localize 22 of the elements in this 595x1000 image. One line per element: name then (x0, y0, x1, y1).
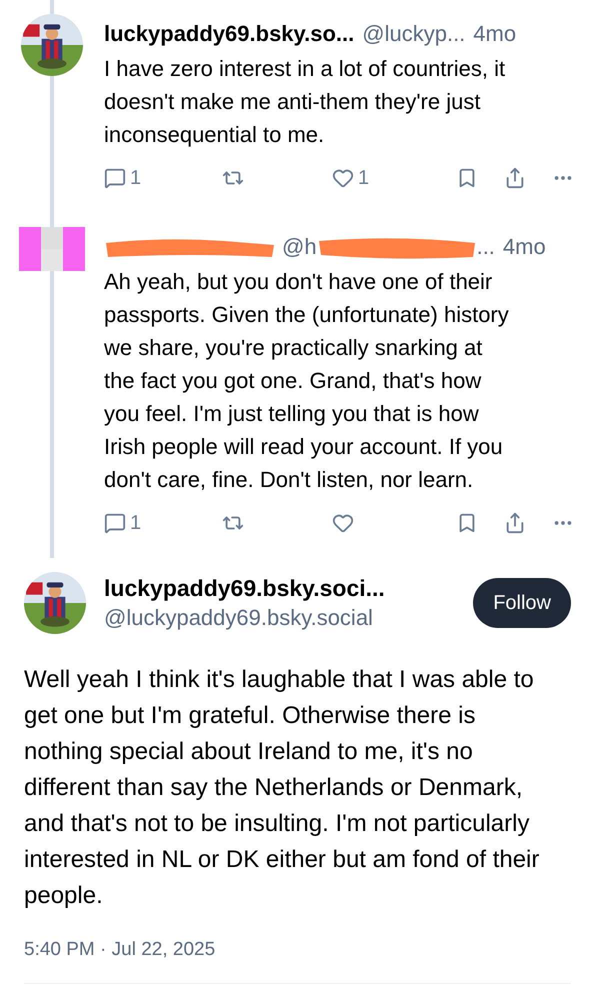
post-text: Well yeah I think it's laughable that I was able to get one but I'm grateful. Otherwise there is nothing special about Ireland to me, it's no different than say the Netherlands or Denmark, and that's not to be insulting. I'm not particularly interested in NL or DK either but am fond of their people. (24, 665, 540, 911)
user-handle: @h (282, 233, 317, 261)
post-text: I have zero interest in a lot of countries, it doesn't make me anti-them they're just inconsequential to me. (104, 55, 506, 149)
reply-icon[interactable] (104, 512, 126, 534)
display-name[interactable]: luckypaddy69.bsky.soci... (104, 573, 474, 603)
share-icon[interactable] (504, 512, 526, 534)
reply-icon[interactable] (104, 167, 126, 189)
like-icon[interactable] (332, 512, 354, 534)
share-icon[interactable] (504, 167, 526, 189)
like-count: 1 (358, 166, 370, 191)
user-handle: @luckyp... (362, 20, 466, 48)
follow-button[interactable]: Follow (473, 578, 571, 628)
reply-count: 1 (130, 511, 142, 536)
reply-count: 1 (130, 166, 142, 191)
post-age: 4mo (473, 20, 516, 48)
post-age: 4mo (502, 233, 546, 261)
user-handle: @luckypaddy69.bsky.social (104, 604, 374, 632)
display-name[interactable]: luckypaddy69.bsky.so... (104, 20, 354, 48)
user-handle: ... (476, 233, 495, 261)
like-icon[interactable] (332, 167, 354, 189)
post-text: Ah yeah, but you don't have one of their passports. Given the (unfortunate) history we share, you're practically snarking at the fact you got one. Grand, that's how you feel. I'm just telling you that is how Irish people will read your account. If you don't care, fine. Don't listen, nor learn. (104, 268, 509, 494)
post-timestamp: 5:40 PM · Jul 22, 2025 (24, 938, 216, 962)
